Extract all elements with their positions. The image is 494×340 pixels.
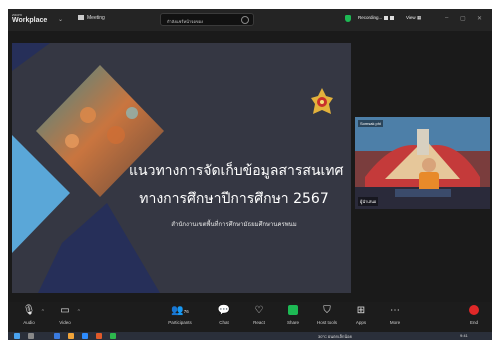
end-button[interactable]: End [459,305,489,325]
apps-icon: ⊞ [356,305,366,316]
windows-taskbar: 30°C ฝนตกเล็กน้อย 9:41 [8,332,492,340]
more-icon: ⋯ [390,305,400,316]
chat-icon: 💬 [217,305,231,316]
participant-video-tile[interactable]: Somsak phi ผู้นำเสนอ [355,117,490,209]
end-call-icon [459,305,489,317]
taskbar-app-icon[interactable] [96,333,102,339]
stop-icon[interactable] [390,15,395,20]
participants-icon: 👥76 [171,305,189,316]
brand-big: Workplace [12,17,48,24]
taskbar-app-icon[interactable] [110,333,116,339]
photo-figure [126,107,138,119]
audio-button[interactable]: 🎙 Audio ^ [12,305,46,325]
share-label: Share [286,320,299,325]
photo-figure [107,126,125,144]
audio-label: Audio [23,320,35,325]
chat-button[interactable]: 💬 Chat [207,305,241,325]
photo-figure [80,107,96,123]
participants-button[interactable]: 👥76 Participants [160,305,200,325]
slide-subtitle: สำนักงานเขตพื้นที่การศึกษามัธยมศึกษานครพ… [171,221,297,228]
participant-role-tag: ผู้นำเสนอ [358,197,379,206]
taskbar-app-icon[interactable] [82,333,88,339]
taskbar-app-icon[interactable] [68,333,74,339]
taskbar-app-icon[interactable] [54,333,60,339]
zoom-window: zoom Workplace ⌄ Meeting กำลังแชร์หน้าจอ… [8,9,492,340]
weather-widget[interactable]: 30°C ฝนตกเล็กน้อย [318,333,352,340]
school-seal-logo [311,88,333,114]
photo-figure [65,134,79,148]
recording-label: Recording... [358,15,383,20]
chevron-up-icon[interactable]: ^ [42,309,44,315]
stop-share-icon[interactable] [241,16,249,24]
end-label: End [469,320,478,325]
share-label: กำลังแชร์หน้าจอของ [167,19,203,24]
maximize-icon[interactable]: ▢ [460,15,466,22]
recording-indicator[interactable]: Recording... [358,15,395,20]
heart-icon: ♡ [254,305,264,316]
video-button[interactable]: ▭ Video ^ [48,305,82,325]
view-label: View [406,15,416,20]
view-button[interactable]: View ▦ [406,15,421,21]
corner-triangle [12,43,50,71]
host-tools-label: Host tools [316,320,337,325]
apps-button[interactable]: ⊞ Apps [344,305,378,325]
slide-title-line-2: ทางการศึกษาปีการศึกษา 2567 [139,191,329,207]
navy-triangle [38,203,160,293]
more-label: More [389,320,401,325]
close-icon[interactable]: ✕ [477,15,482,22]
minimize-icon[interactable]: – [445,15,448,21]
shared-slide: แนวทางการจัดเก็บข้อมูลสารสนเทศ ทางการศึก… [12,43,351,293]
apps-label: Apps [355,320,367,325]
video-label: Video [59,320,71,325]
pause-icon[interactable] [384,15,389,20]
react-label: React [253,320,265,325]
meeting-tab[interactable]: Meeting [78,15,105,21]
shield-icon: ⛉ [323,305,331,316]
video-feed [355,117,490,209]
meeting-toolbar: 🎙 Audio ^ ▭ Video ^ 👥76 Participants 💬 C… [8,302,492,332]
react-button[interactable]: ♡ React [242,305,276,325]
meeting-icon [78,15,84,21]
zoom-logo[interactable]: zoom Workplace [12,12,47,24]
chat-label: Chat [219,320,229,325]
security-shield-icon[interactable] [345,15,351,22]
participant-name-tag: Somsak phi [358,120,383,127]
chevron-up-icon[interactable]: ^ [78,309,80,315]
more-button[interactable]: ⋯ More [378,305,412,325]
meeting-label: Meeting [87,15,105,21]
slide-title-line-1: แนวทางการจัดเก็บข้อมูลสารสนเทศ [129,163,344,179]
host-tools-button[interactable]: ⛉ Host tools [310,305,344,325]
participants-label: Participants [168,320,192,325]
search-icon[interactable] [28,333,34,339]
screen-share-indicator[interactable]: กำลังแชร์หน้าจอของ [160,13,254,26]
participants-count: 76 [183,309,189,314]
share-button[interactable]: Share [276,305,310,325]
title-bar: zoom Workplace ⌄ Meeting กำลังแชร์หน้าจอ… [8,9,492,31]
chevron-down-icon[interactable]: ⌄ [58,16,63,23]
clock[interactable]: 9:41 [460,333,468,338]
start-menu-icon[interactable] [14,333,20,339]
share-screen-icon [276,305,310,317]
